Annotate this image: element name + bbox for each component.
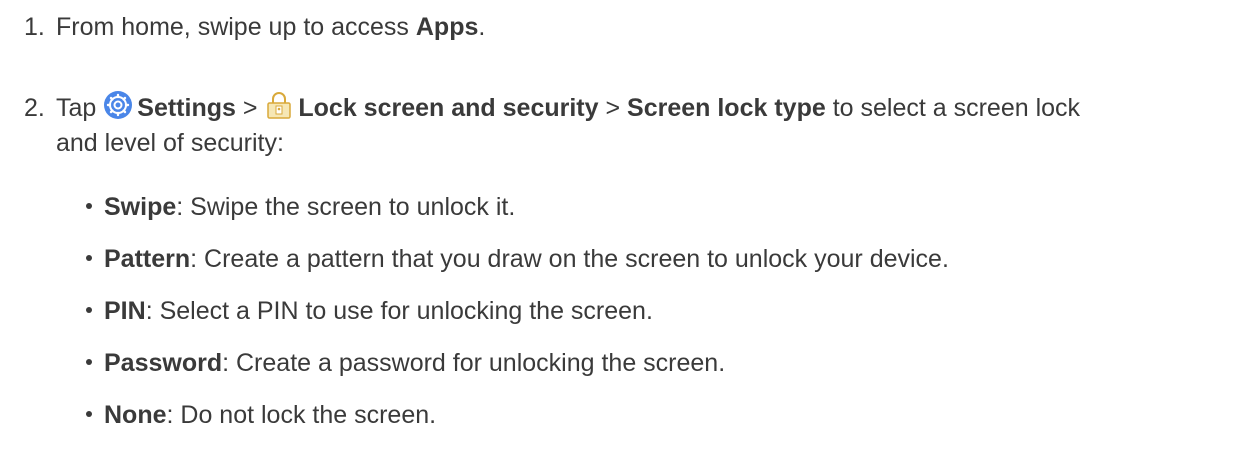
lock-option-password: Password: Create a password for unlockin… (86, 346, 725, 380)
step-2: 2. Tap Settings > Lock screen and securi… (24, 90, 1081, 157)
lock-option-pattern: Pattern: Create a pattern that you draw … (86, 242, 949, 276)
option-term: PIN (104, 297, 146, 325)
lock-screen-security-term: Lock screen and security (298, 94, 599, 122)
screen-lock-type-term: Screen lock type (627, 94, 826, 122)
separator: > (598, 94, 628, 122)
step-1-period: . (478, 13, 486, 41)
bullet-dot (86, 307, 92, 314)
option-description: : Swipe the screen to unlock it. (176, 193, 516, 221)
settings-term: Settings (137, 94, 236, 122)
option-term: Password (104, 349, 223, 377)
lock-option-none: None: Do not lock the screen. (86, 398, 436, 432)
step-number: 2. (24, 94, 45, 122)
option-term: Pattern (104, 245, 191, 273)
separator: > (235, 94, 265, 122)
padlock-icon (264, 90, 294, 120)
option-description: : Create a password for unlocking the sc… (222, 349, 726, 377)
option-term: None (104, 401, 167, 429)
settings-gear-icon (103, 90, 133, 120)
bullet-dot (86, 359, 92, 366)
option-description: : Create a pattern that you draw on the … (190, 245, 949, 273)
step-1: 1. From home, swipe up to access Apps. (24, 10, 485, 44)
step-2-continuation: and level of security: (56, 129, 284, 157)
option-description: : Do not lock the screen. (166, 401, 437, 429)
step-2-tap: Tap (56, 94, 104, 122)
bullet-dot (86, 203, 92, 210)
apps-term: Apps (415, 13, 479, 41)
step-2-text: to select a screen lock (825, 94, 1081, 122)
option-description: : Select a PIN to use for unlocking the … (145, 297, 653, 325)
step-1-text: From home, swipe up to access (56, 13, 416, 41)
lock-option-pin: PIN: Select a PIN to use for unlocking t… (86, 294, 653, 328)
document-body: 1. From home, swipe up to access Apps. 2.… (0, 0, 1245, 460)
option-term: Swipe (104, 193, 177, 221)
bullet-dot (86, 255, 92, 262)
lock-option-swipe: Swipe: Swipe the screen to unlock it. (86, 190, 515, 224)
bullet-dot (86, 411, 92, 418)
step-number: 1. (24, 13, 45, 41)
